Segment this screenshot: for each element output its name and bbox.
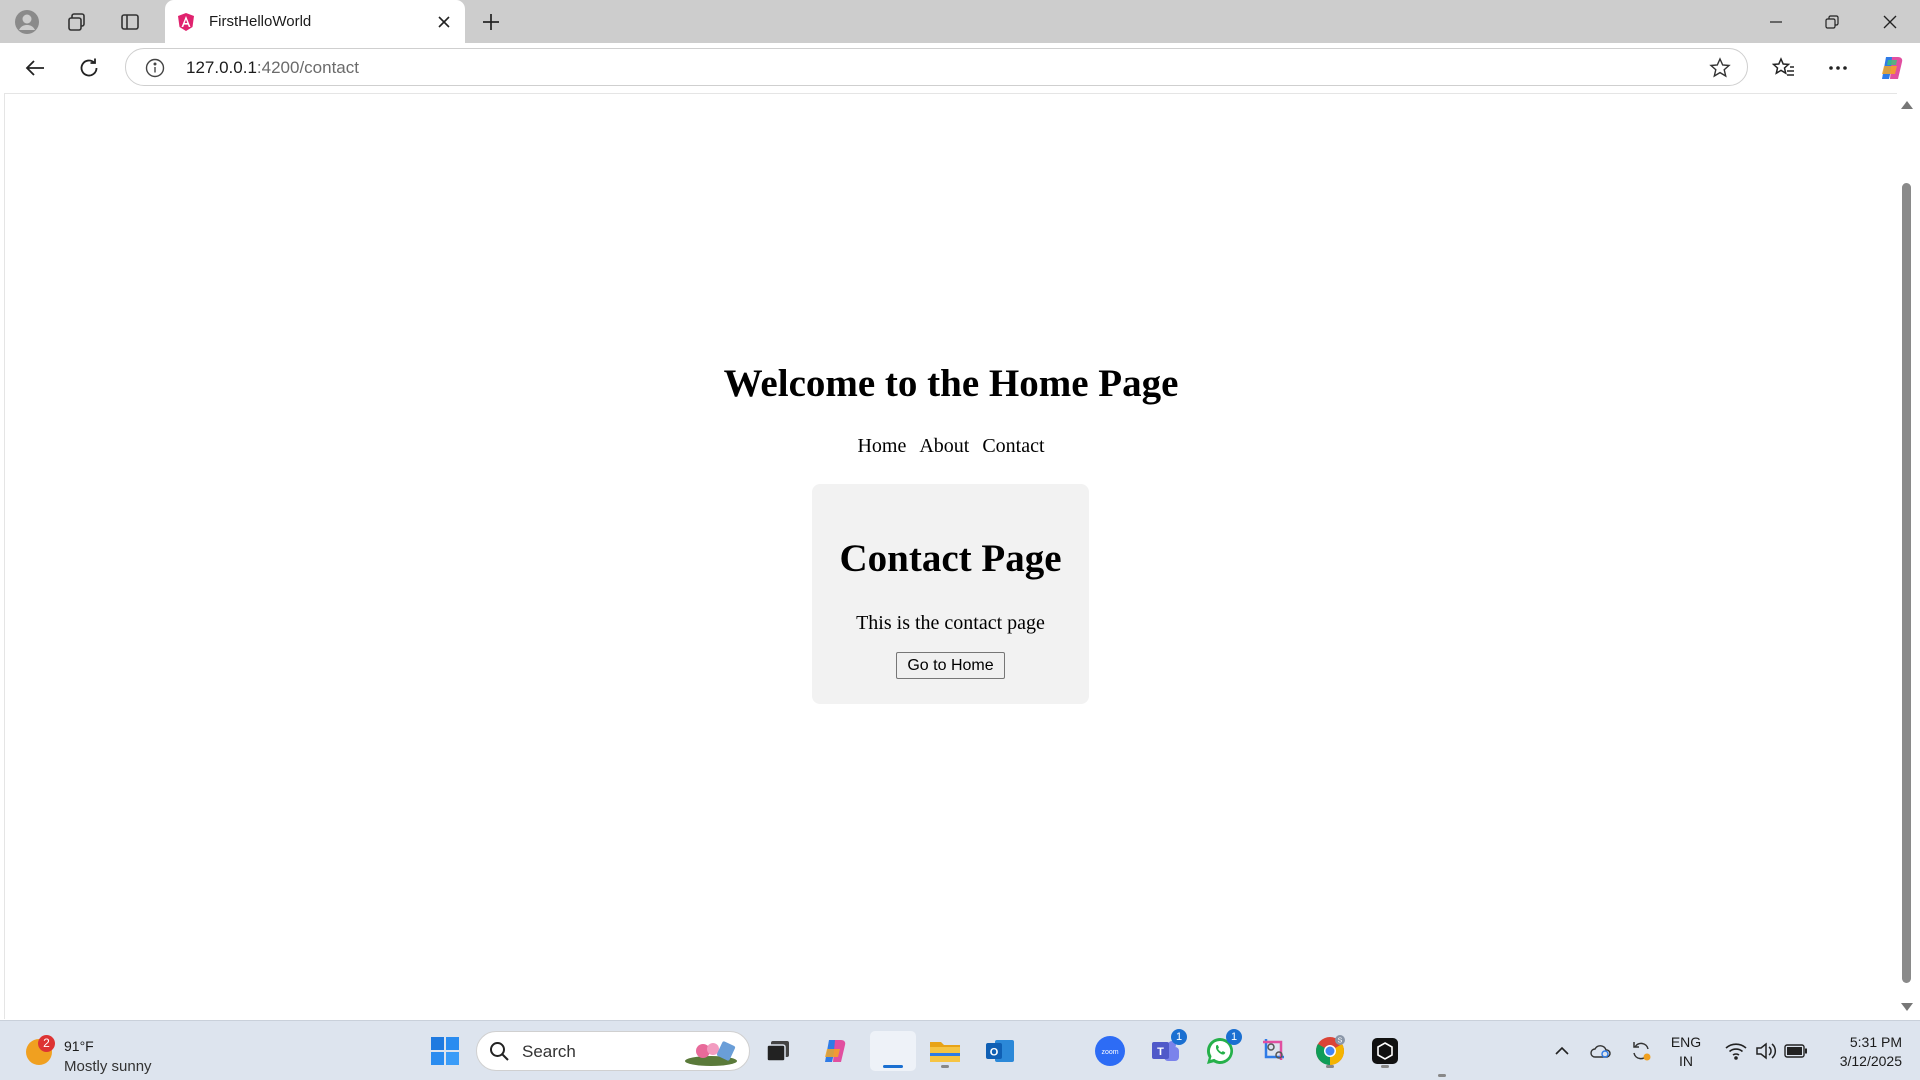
contact-card-title: Contact Page: [839, 537, 1062, 580]
url-path: :4200/contact: [256, 58, 359, 77]
url-host: 127.0.0.1: [186, 58, 257, 77]
onedrive-sync-icon[interactable]: [1586, 1031, 1616, 1071]
tab-actions-icon[interactable]: [105, 0, 155, 43]
tab-close-icon[interactable]: [427, 5, 461, 39]
minimize-icon[interactable]: [1748, 0, 1804, 43]
copilot-icon[interactable]: [1870, 48, 1914, 88]
file-explorer-icon[interactable]: [925, 1031, 965, 1071]
go-to-home-button[interactable]: Go to Home: [896, 652, 1005, 679]
windows-taskbar: 2 91°F Mostly sunny Search O zoom T 1 1: [0, 1020, 1920, 1080]
scrollbar-thumb[interactable]: [1902, 183, 1911, 983]
weather-widget[interactable]: 2 91°F Mostly sunny: [24, 1029, 194, 1075]
running-indicator: [1326, 1065, 1334, 1068]
nav-link-about[interactable]: About: [919, 435, 969, 457]
weather-badge: 2: [38, 1035, 55, 1052]
close-window-icon[interactable]: [1862, 0, 1918, 43]
clock-time: 5:31 PM: [1849, 1034, 1902, 1050]
active-indicator: [883, 1065, 903, 1068]
tab-firsthelloworld[interactable]: FirstHelloWorld: [165, 0, 465, 43]
contact-card-text: This is the contact page: [856, 612, 1045, 634]
browser-toolbar: 127.0.0.1:4200/contact: [0, 43, 1920, 93]
search-icon: [489, 1041, 510, 1067]
svg-text:T: T: [1157, 1046, 1164, 1058]
teams-notification-badge: 1: [1171, 1029, 1187, 1045]
volume-icon[interactable]: [1750, 1031, 1782, 1071]
address-bar[interactable]: 127.0.0.1:4200/contact: [125, 48, 1748, 86]
outlook-icon[interactable]: O: [980, 1031, 1020, 1071]
scroll-down-arrow-icon[interactable]: [1901, 1003, 1913, 1011]
new-tab-icon[interactable]: [470, 4, 512, 40]
site-info-icon[interactable]: [144, 57, 166, 79]
edge-browser-taskbar-icon[interactable]: [870, 1031, 916, 1071]
language-code: ENG: [1670, 1034, 1702, 1050]
workspaces-icon[interactable]: [52, 0, 102, 43]
page-heading: Welcome to the Home Page: [723, 362, 1179, 405]
language-region: IN: [1679, 1053, 1693, 1069]
nav-link-home[interactable]: Home: [857, 435, 906, 457]
running-indicator: [1381, 1065, 1389, 1068]
system-clock[interactable]: 5:31 PM 3/12/2025: [1810, 1033, 1902, 1071]
tab-title: FirstHelloWorld: [209, 13, 312, 30]
whatsapp-notification-badge: 1: [1226, 1029, 1242, 1045]
whatsapp-icon[interactable]: 1: [1200, 1029, 1242, 1071]
refresh-icon[interactable]: [68, 48, 110, 88]
chrome-icon[interactable]: S: [1310, 1031, 1350, 1071]
clock-date: 3/12/2025: [1839, 1053, 1902, 1069]
browser-titlebar: FirstHelloWorld: [0, 0, 1920, 43]
favorites-icon[interactable]: [1762, 48, 1806, 88]
show-hidden-icons-chevron-icon[interactable]: [1548, 1031, 1576, 1071]
update-sync-icon[interactable]: [1626, 1031, 1656, 1071]
snipping-tool-icon[interactable]: [1255, 1031, 1295, 1071]
running-indicator: [941, 1065, 949, 1068]
wifi-icon[interactable]: [1720, 1031, 1752, 1071]
start-windows-icon[interactable]: [425, 1031, 465, 1071]
weather-temperature: 91°F: [64, 1038, 94, 1054]
battery-icon[interactable]: [1780, 1031, 1812, 1071]
zoom-icon[interactable]: zoom: [1090, 1031, 1130, 1071]
contact-card: Contact Page This is the contact page Go…: [812, 484, 1089, 704]
profile-icon[interactable]: [2, 0, 52, 43]
page-scrollbar[interactable]: [1897, 93, 1916, 1019]
app-cube-icon[interactable]: [1365, 1031, 1405, 1071]
angular-icon: [175, 11, 197, 33]
nav-link-contact[interactable]: Contact: [982, 435, 1044, 457]
copilot-taskbar-icon[interactable]: [815, 1031, 855, 1071]
svg-text:S: S: [1338, 1038, 1343, 1045]
search-highlight-art-icon: [685, 1041, 737, 1066]
favorite-star-icon[interactable]: [1707, 55, 1733, 81]
restore-icon[interactable]: [1804, 0, 1860, 43]
running-indicator: [1438, 1074, 1446, 1077]
svg-text:zoom: zoom: [1101, 1049, 1118, 1056]
scroll-up-arrow-icon[interactable]: [1901, 101, 1913, 109]
search-label: Search: [522, 1042, 576, 1061]
weather-description: Mostly sunny: [64, 1058, 152, 1075]
main-nav: Home About Contact: [5, 435, 1897, 458]
taskbar-search[interactable]: Search: [476, 1031, 750, 1071]
more-options-icon[interactable]: [1816, 48, 1860, 88]
page-viewport: Welcome to the Home Page Home About Cont…: [4, 93, 1897, 1019]
back-icon[interactable]: [14, 48, 56, 88]
teams-icon[interactable]: T 1: [1145, 1029, 1187, 1071]
url-text[interactable]: 127.0.0.1:4200/contact: [186, 58, 359, 78]
svg-text:O: O: [990, 1047, 999, 1059]
input-language-indicator[interactable]: ENG IN: [1660, 1033, 1712, 1071]
task-view-icon[interactable]: [758, 1031, 798, 1071]
